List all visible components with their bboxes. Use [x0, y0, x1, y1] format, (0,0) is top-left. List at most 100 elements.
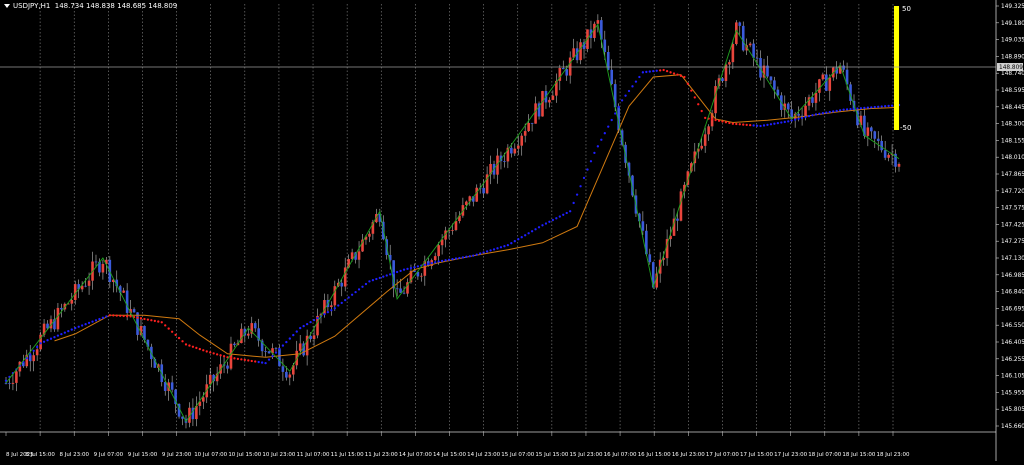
candle-body	[267, 351, 271, 354]
candle-body	[516, 145, 520, 149]
ma-short-dot	[544, 222, 548, 225]
candle-body	[873, 131, 877, 139]
ma-short-dot	[655, 69, 658, 72]
ma-short-dot	[416, 265, 420, 268]
time-tick-label: 9 Jul 23:00	[162, 452, 192, 458]
time-tick-label: 14 Jul 07:00	[399, 452, 432, 458]
symbol-label: USDJPY,H1	[13, 2, 51, 10]
ma-short-dot	[835, 109, 838, 113]
candle-body	[395, 288, 399, 290]
ma-short-dot	[762, 124, 766, 127]
ma-short-dot	[818, 112, 821, 115]
ma-short-dot	[378, 276, 381, 279]
ma-short-dot	[863, 106, 866, 110]
candle-body	[240, 328, 243, 344]
ma-short-dot	[240, 358, 243, 361]
time-tick-label: 14 Jul 15:00	[433, 452, 466, 458]
ma-short-dot	[634, 80, 638, 83]
ma-short-dot	[534, 228, 537, 231]
candle-body	[821, 74, 825, 80]
ma-short-dot	[108, 314, 111, 317]
candle-body	[769, 76, 773, 81]
time-tick-label: 8 Jul 15:00	[25, 452, 55, 458]
ma-short-dot	[32, 349, 35, 352]
candle-body	[503, 161, 506, 162]
ma-short-dot	[229, 356, 233, 359]
ma-short-dot	[517, 238, 520, 241]
candle-body	[15, 371, 18, 383]
candle-body	[433, 256, 437, 261]
ma-short-dot	[357, 288, 361, 291]
candle-body	[208, 374, 212, 385]
ma-short-dot	[437, 260, 440, 263]
candle-body	[741, 25, 745, 51]
ma-short-dot	[309, 320, 312, 324]
ma-short-dot	[724, 121, 728, 124]
ma-short-dot	[402, 268, 406, 271]
ma-short-dot	[157, 320, 160, 323]
ma-short-dot	[659, 69, 662, 72]
price-tick-label: 146.405	[1001, 340, 1024, 346]
ma-short-dot	[288, 337, 291, 340]
ma-short-dot	[326, 311, 330, 314]
ma-short-dot	[119, 314, 122, 317]
ma-short-dot	[447, 258, 451, 261]
ma-short-dot	[662, 68, 665, 72]
ma-short-dot	[305, 322, 309, 326]
price-tick-label: 147.425	[1001, 222, 1024, 228]
ma-short-dot	[572, 201, 575, 205]
ma-short-dot	[350, 293, 354, 296]
price-tick-label: 147.865	[1001, 172, 1024, 178]
price-tick-label: 148.890	[1001, 54, 1024, 60]
ma-short-dot	[215, 353, 219, 356]
ma-short-dot	[485, 250, 489, 253]
ma-short-dot	[527, 232, 530, 235]
ma-short-dot	[202, 349, 205, 352]
ma-short-dot	[541, 224, 544, 227]
ma-short-dot	[94, 319, 98, 322]
ma-short-dot	[627, 89, 631, 93]
ma-short-dot	[271, 354, 274, 358]
time-tick-label: 9 Jul 07:00	[94, 452, 124, 458]
ma-short-dot	[890, 104, 894, 107]
price-chart[interactable]: 50 -50 149.325 149.180 149.035 148.890 148.74…	[0, 0, 1024, 461]
ma-short-dot	[427, 262, 430, 266]
chart-window[interactable]: 50 -50 149.325 149.180 149.035 148.890 148.74…	[0, 0, 1024, 461]
ma-short-dot	[257, 360, 260, 364]
candle-body	[527, 122, 530, 132]
ma-short-dot	[70, 328, 73, 331]
candle-body	[60, 307, 63, 310]
time-tick-label: 15 Jul 07:00	[501, 452, 534, 458]
ma-short-dot	[776, 121, 780, 125]
ma-short-dot	[91, 320, 94, 323]
price-tick-label: 146.550	[1001, 323, 1024, 329]
ma-short-dot	[624, 94, 627, 97]
ma-short-dot	[385, 274, 388, 277]
candle-body	[579, 42, 582, 61]
candle-body	[551, 95, 555, 100]
price-tick-label: 148.445	[1001, 105, 1024, 111]
price-tick-label: 146.985	[1001, 273, 1024, 279]
ma-short-dot	[513, 240, 516, 243]
ma-short-dot	[807, 114, 811, 118]
candle-body	[413, 270, 416, 272]
ma-short-dot	[260, 361, 264, 364]
ma-short-dot	[209, 351, 212, 354]
ma-short-dot	[440, 259, 444, 263]
ma-short-dot	[821, 112, 825, 115]
ma-short-dot	[690, 89, 693, 92]
ma-short-dot	[492, 248, 496, 251]
ma-short-dot	[295, 330, 298, 333]
ma-short-dot	[170, 330, 174, 333]
ma-short-dot	[105, 315, 108, 318]
candle-body	[825, 74, 828, 91]
candle-body	[523, 131, 527, 136]
ma-short-dot	[423, 263, 426, 266]
candle-body	[530, 122, 534, 124]
ma-short-dot	[710, 118, 714, 121]
ma-short-dot	[243, 358, 246, 362]
candle-body	[731, 43, 735, 63]
collapse-triangle-icon[interactable]	[4, 4, 10, 8]
candle-body	[866, 127, 870, 136]
ma-short-dot	[53, 336, 56, 339]
